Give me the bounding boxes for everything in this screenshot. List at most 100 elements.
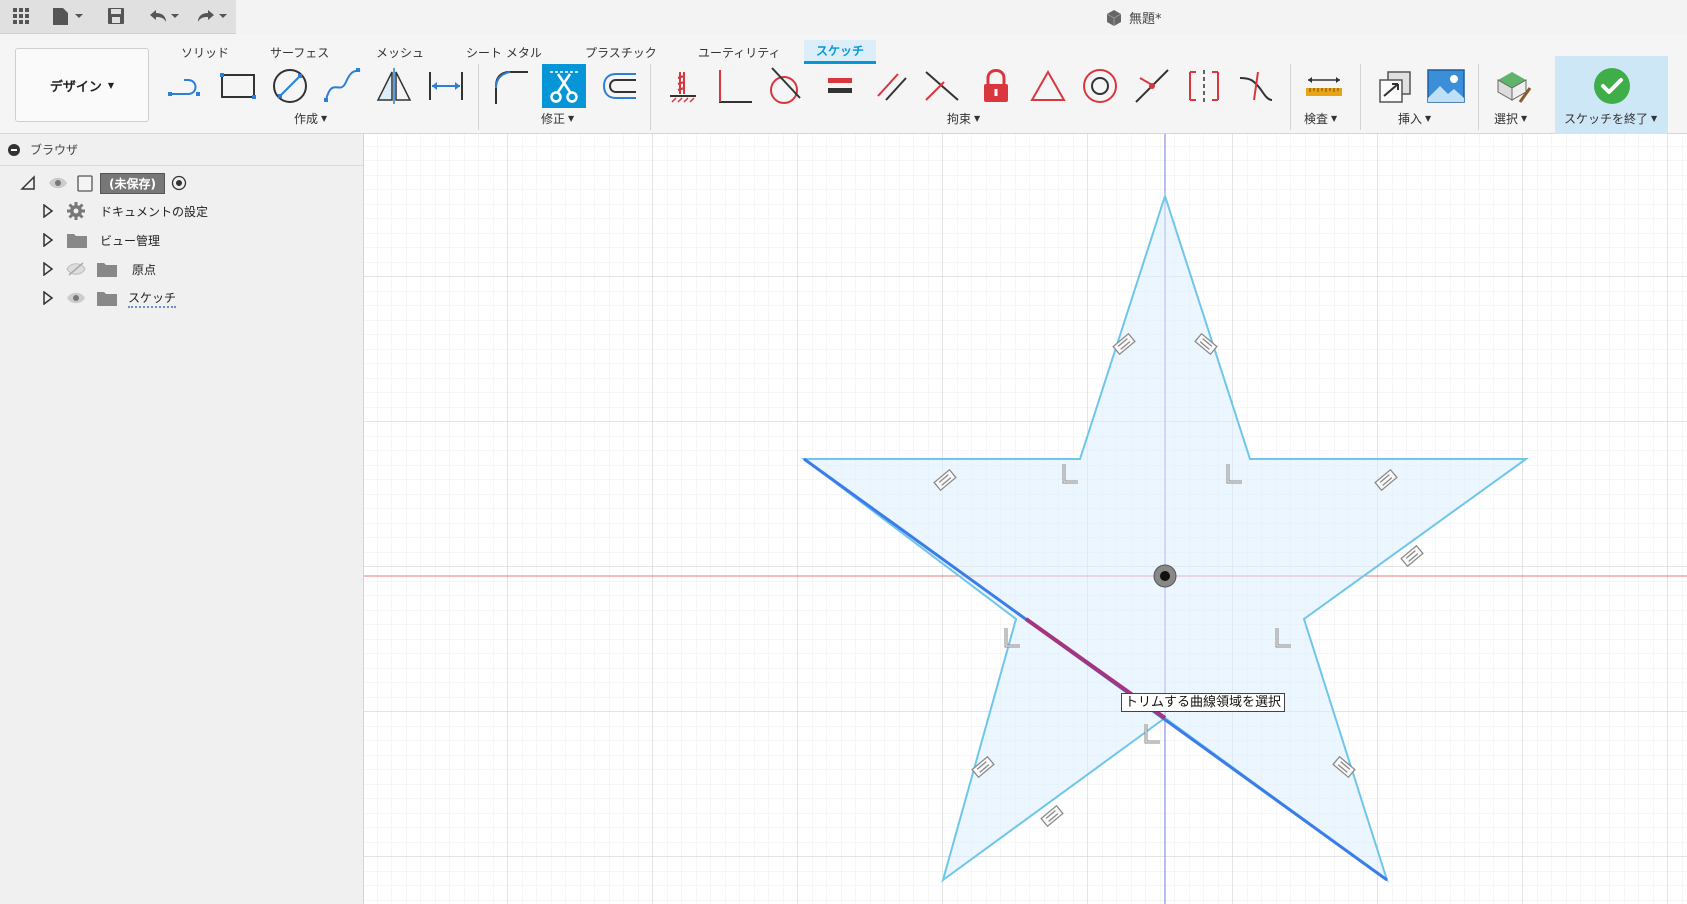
lock-icon [984,69,1008,102]
lock-constraint-button[interactable] [974,64,1018,108]
inspect-menu[interactable]: 検査 ▼ [1304,110,1337,127]
save-icon[interactable] [104,4,128,28]
spline-tool-button[interactable] [320,64,364,108]
root-component-label: (未保存) [100,172,165,194]
rectangle-tool-button[interactable] [216,64,260,108]
tangent-icon [770,67,801,104]
concentric-constraint-button[interactable] [1078,64,1122,108]
chevron-down-icon: ▼ [1651,114,1658,123]
tab-solid[interactable]: ソリッド [181,40,229,64]
finish-sketch-button[interactable] [1590,64,1634,108]
tab-mesh[interactable]: メッシュ [376,40,424,64]
tab-sketch[interactable]: スケッチ [804,40,877,64]
browser-title: ブラウザ [30,143,79,157]
origin-point-center [1160,571,1170,581]
parallel-icon [877,73,907,101]
circle-icon [273,69,307,103]
curvature-constraint-button[interactable] [1234,64,1278,108]
browser-panel: ブラウザ (未保存) ドキュメントの設定 ビュー管理 原点 スケッチ [0,134,364,904]
modify-menu[interactable]: 修正 ▼ [541,110,574,127]
tree-item-origin[interactable]: 原点 [0,256,156,282]
expand-arrow-icon[interactable] [42,262,54,276]
line-tool-button[interactable] [164,64,208,108]
perpendicular-constraint-button[interactable] [712,64,756,108]
create-menu[interactable]: 作成 ▼ [294,110,327,127]
triangle-icon [1030,69,1066,101]
tab-sheet-metal[interactable]: シート メタル [466,40,542,64]
expand-arrow-icon[interactable] [42,233,54,247]
collapse-minus-icon[interactable] [8,143,20,156]
select-menu[interactable]: 選択 ▼ [1494,110,1527,127]
tree-item-label: スケッチ [128,289,177,308]
folder-icon [97,263,117,277]
inspect-menu-label: 検査 [1304,112,1329,126]
eye-icon[interactable] [48,176,68,190]
gear-icon [67,202,85,220]
tree-item-sketches[interactable]: スケッチ [0,285,177,311]
midpoint-constraint-button[interactable] [1182,64,1226,108]
insert-menu-label: 挿入 [1398,112,1423,126]
offset-tool-button[interactable] [596,64,640,108]
expand-triangle-icon[interactable] [20,175,36,191]
tab-surface[interactable]: サーフェス [270,40,329,64]
spline-icon [324,68,361,102]
document-title: 無題* [1105,8,1162,27]
insert-component-icon [1379,71,1411,103]
redo-icon[interactable] [192,4,230,28]
canvas-drawing[interactable] [364,134,1687,904]
constraints-menu-label: 拘束 [947,112,972,126]
equal-constraint-button[interactable] [818,64,862,108]
checkmark-icon [1594,68,1630,104]
symmetry-triangle-button[interactable] [1026,64,1070,108]
ribbon-divider [1360,64,1361,130]
rectangle-icon [220,73,256,99]
equal-icon [828,78,852,93]
ribbon-divider [650,64,651,130]
tab-plastic[interactable]: プラスチック [585,40,657,64]
expand-arrow-icon[interactable] [42,291,54,305]
collinear-constraint-button[interactable] [920,64,964,108]
file-menu-icon[interactable] [48,4,86,28]
insert-derive-button[interactable] [1372,64,1416,108]
select-tool-button[interactable] [1492,64,1536,108]
sketch-canvas[interactable] [364,134,1687,904]
tab-utilities[interactable]: ユーティリティ [698,40,781,64]
trim-tool-button[interactable] [542,64,586,108]
ribbon-divider [478,64,479,130]
concentric-icon [1083,69,1117,103]
dimension-tool-button[interactable] [424,64,468,108]
workspace-switcher-button[interactable]: デザイン ▼ [15,48,149,122]
tree-item-document-settings[interactable]: ドキュメントの設定 [0,198,208,224]
circle-tool-button[interactable] [268,64,312,108]
tangent-constraint-button[interactable] [762,64,806,108]
fix-constraint-button[interactable] [660,64,704,108]
parallel-constraint-button[interactable] [870,64,914,108]
insert-menu[interactable]: 挿入 ▼ [1398,110,1431,127]
insert-canvas-button[interactable] [1424,64,1468,108]
expand-arrow-icon[interactable] [42,204,54,218]
browser-header[interactable]: ブラウザ [0,134,363,166]
active-radio-icon[interactable] [171,175,187,191]
document-cube-icon [1106,9,1122,26]
fillet-tool-button[interactable] [488,64,532,108]
app-grid-icon[interactable] [8,4,34,28]
document-title-text: 無題* [1129,12,1162,27]
tree-root-unsaved[interactable]: (未保存) [0,170,187,196]
undo-icon[interactable] [144,4,182,28]
chevron-down-icon: ▼ [1425,114,1432,123]
finish-sketch-menu[interactable]: スケッチを終了 ▼ [1564,110,1657,127]
tree-item-named-views[interactable]: ビュー管理 [0,227,160,253]
chevron-down-icon: ▼ [107,80,115,90]
quick-access-toolbar [0,0,236,34]
tree-item-label: ビュー管理 [100,233,161,248]
coincident-constraint-button[interactable] [1130,64,1174,108]
mirror-tool-button[interactable] [372,64,416,108]
chevron-down-icon: ▼ [974,114,981,123]
measure-tool-button[interactable] [1302,64,1346,108]
eye-hidden-icon[interactable] [66,262,86,276]
offset-icon [602,73,636,99]
ribbon-divider [1290,64,1291,130]
line-icon [168,79,200,96]
eye-icon[interactable] [66,291,86,305]
constraints-menu[interactable]: 拘束 ▼ [947,110,980,127]
